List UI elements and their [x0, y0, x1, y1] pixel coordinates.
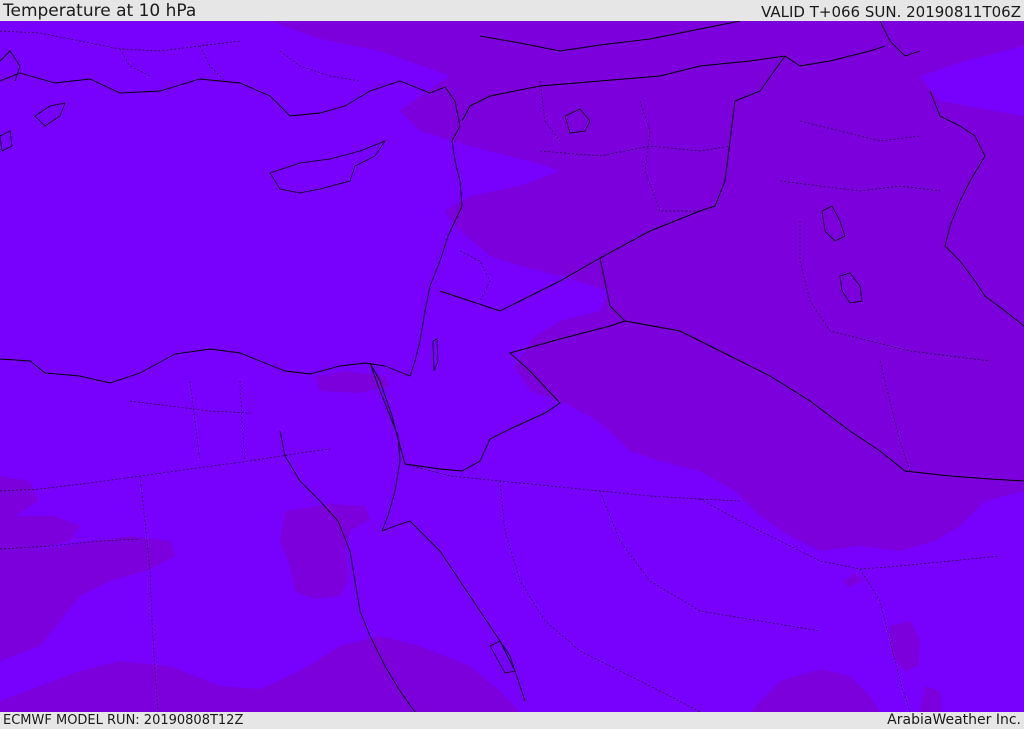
credit-text: ArabiaWeather Inc.: [887, 712, 1021, 728]
valid-time: VALID T+066 SUN. 20190811T06Z: [761, 3, 1021, 21]
weather-map: [0, 21, 1024, 712]
map-title: Temperature at 10 hPa: [3, 1, 197, 21]
model-run: ECMWF MODEL RUN: 20190808T12Z: [3, 713, 244, 728]
map-header: Temperature at 10 hPa VALID T+066 SUN. 2…: [0, 0, 1024, 21]
map-footer: ECMWF MODEL RUN: 20190808T12Z ArabiaWeat…: [0, 712, 1024, 729]
